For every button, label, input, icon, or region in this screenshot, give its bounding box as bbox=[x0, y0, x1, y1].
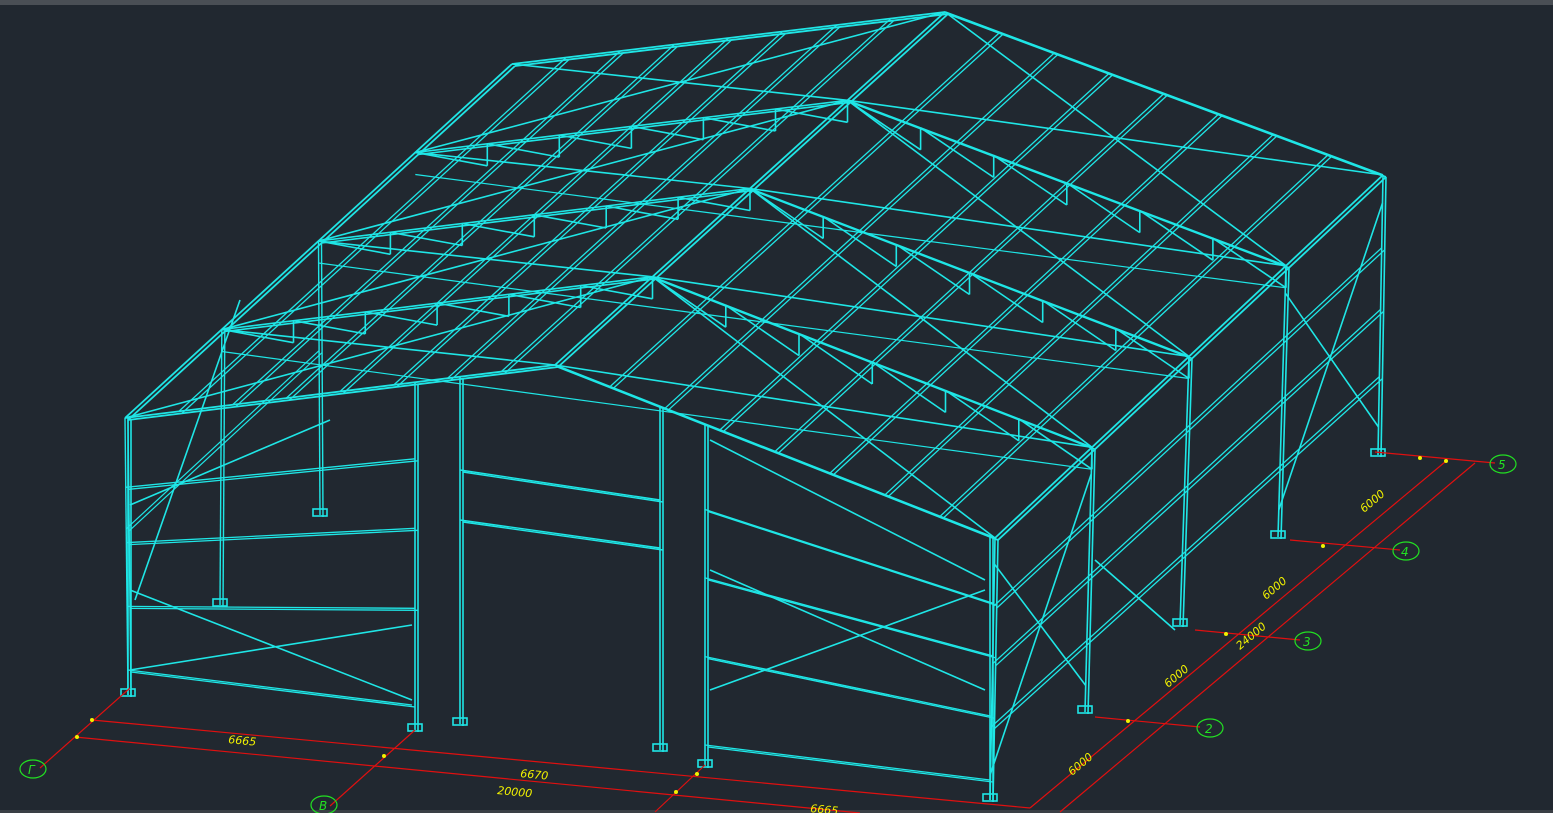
dim-front-total: 20000 bbox=[497, 784, 533, 800]
roof-brace bbox=[415, 151, 751, 190]
svg-text:3: 3 bbox=[1303, 635, 1311, 649]
wall-brace bbox=[129, 624, 413, 671]
roof-brace bbox=[221, 328, 556, 366]
steel-frame-drawing: 6665 6670 20000 6665 6000 6000 6000 6000… bbox=[19, 11, 1517, 813]
dim-side-span-1: 6000 bbox=[1066, 750, 1096, 778]
tick bbox=[674, 790, 678, 794]
side-ext-2 bbox=[1094, 716, 1201, 728]
side-ext-4 bbox=[1289, 539, 1401, 551]
tick bbox=[382, 754, 386, 758]
side-brace bbox=[1094, 559, 1176, 631]
grid-bubble-front-1: Г bbox=[19, 759, 47, 779]
steel-frame-structure bbox=[120, 11, 1387, 803]
roof-brace bbox=[652, 276, 1190, 358]
front-girt bbox=[704, 655, 992, 717]
roof-brace bbox=[847, 99, 1190, 358]
door-header bbox=[462, 471, 664, 503]
svg-text:5: 5 bbox=[1498, 458, 1506, 472]
roof-brace bbox=[847, 99, 1384, 176]
truss-web bbox=[487, 143, 560, 158]
left-column bbox=[222, 331, 226, 608]
side-brace bbox=[993, 563, 1087, 686]
roof-brace bbox=[944, 11, 1287, 267]
tick bbox=[1444, 459, 1448, 463]
grid-bubble-side-4: 4 bbox=[1392, 541, 1420, 561]
dimension-ticks bbox=[75, 456, 1448, 794]
purlin bbox=[667, 54, 1058, 411]
roof-brace bbox=[652, 276, 996, 539]
front-girt bbox=[126, 527, 416, 544]
svg-text:В: В bbox=[319, 799, 327, 813]
front-girt bbox=[129, 607, 419, 611]
svg-text:Г: Г bbox=[28, 763, 36, 777]
dim-front-span-2: 6670 bbox=[520, 767, 549, 783]
tick bbox=[1224, 632, 1228, 636]
side-brace bbox=[989, 473, 1093, 775]
roof-brace bbox=[318, 240, 653, 278]
tick bbox=[1321, 544, 1325, 548]
front-girt bbox=[707, 657, 995, 719]
left-girt bbox=[128, 352, 323, 532]
dim-front-span-1: 6665 bbox=[228, 733, 257, 749]
base-rail bbox=[707, 746, 994, 783]
door-header bbox=[459, 469, 661, 501]
side-brace bbox=[1278, 202, 1384, 511]
tick bbox=[1126, 719, 1130, 723]
side-brace bbox=[1284, 292, 1380, 428]
roof-brace bbox=[511, 63, 848, 102]
front-girt bbox=[126, 605, 416, 609]
tick bbox=[75, 735, 79, 739]
roof-brace bbox=[749, 187, 1287, 267]
front-dim-line-total bbox=[74, 736, 861, 813]
truss-web bbox=[462, 222, 535, 238]
dimension-lines bbox=[39, 451, 1496, 813]
truss-web bbox=[534, 214, 607, 229]
svg-text:2: 2 bbox=[1205, 722, 1213, 736]
base-rail bbox=[130, 671, 416, 708]
truss-bottom-chord bbox=[318, 262, 1190, 380]
base-rail bbox=[704, 744, 991, 781]
front-girt bbox=[129, 529, 419, 546]
roof-brace bbox=[749, 187, 1093, 448]
tick bbox=[695, 772, 699, 776]
truss-bottom-chord bbox=[221, 350, 1093, 470]
grid-bubble-side-5: 5 bbox=[1489, 454, 1517, 474]
purlin bbox=[503, 20, 895, 375]
truss-web bbox=[436, 302, 510, 318]
grid-bubble-side-2: 2 bbox=[1196, 718, 1224, 738]
wall-brace bbox=[129, 589, 413, 701]
truss-web bbox=[293, 319, 366, 335]
tick bbox=[90, 718, 94, 722]
tick bbox=[1418, 456, 1422, 460]
base-rail bbox=[127, 669, 413, 706]
front-girt bbox=[128, 460, 419, 490]
truss-web bbox=[631, 125, 704, 141]
truss-web bbox=[390, 231, 463, 247]
dim-side-span-3: 6000 bbox=[1260, 574, 1290, 602]
grid-bubble-front-2: В bbox=[310, 795, 338, 813]
dim-front-span-3: 6665 bbox=[810, 802, 839, 813]
wall-brace bbox=[709, 589, 986, 691]
side-ext-5 bbox=[1374, 451, 1496, 464]
left-girt bbox=[125, 350, 320, 530]
front-dim-ext-1 bbox=[39, 687, 131, 769]
door-header bbox=[459, 519, 661, 549]
front-girt bbox=[125, 458, 416, 488]
svg-text:4: 4 bbox=[1401, 545, 1409, 559]
purlin bbox=[178, 57, 567, 412]
door-header bbox=[462, 521, 664, 551]
front-dim-ext-2 bbox=[329, 729, 416, 807]
dim-side-span-4: 6000 bbox=[1358, 487, 1388, 515]
truss-bottom-chord bbox=[415, 173, 1287, 289]
purlin bbox=[342, 39, 732, 394]
front-dim-ext-3 bbox=[654, 764, 706, 813]
grid-bubble-side-3: 3 bbox=[1294, 631, 1322, 651]
